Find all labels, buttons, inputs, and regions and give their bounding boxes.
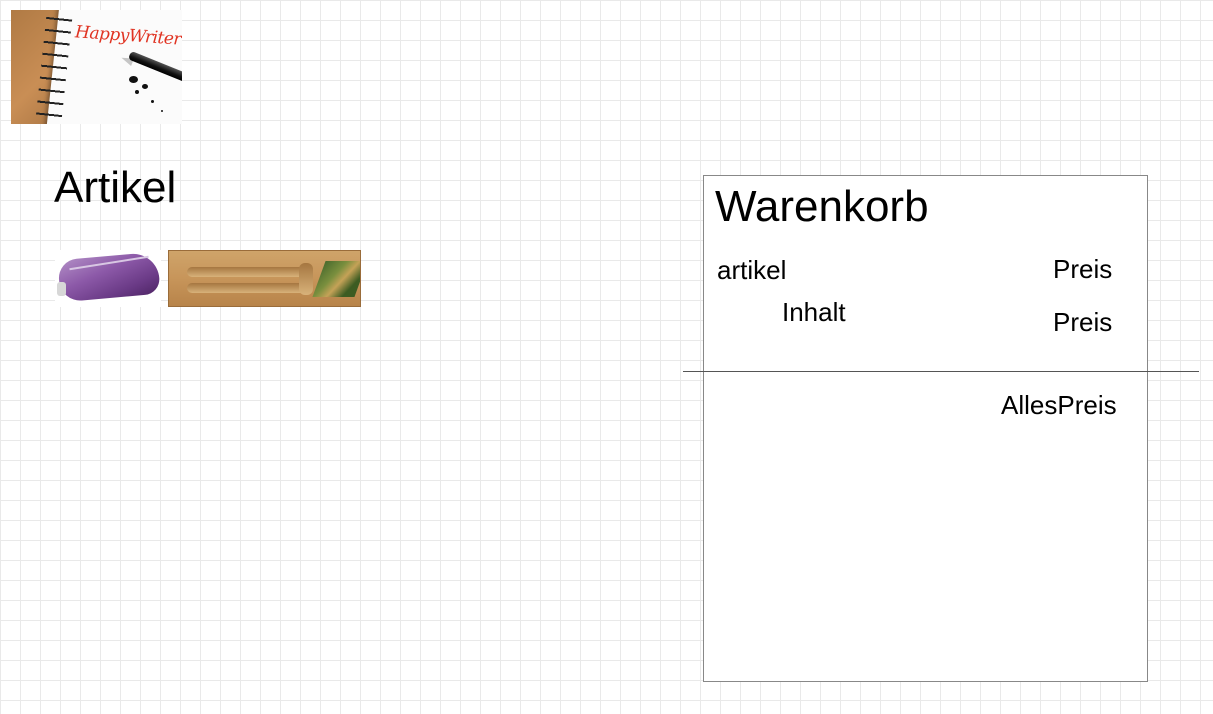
cart-article-label: artikel [717,255,787,285]
cart-content-label: Inhalt [782,297,846,327]
product-pen-tray[interactable] [168,250,361,307]
cart-title: Warenkorb [715,182,929,231]
catalog-heading: Artikel [54,163,177,212]
cart-panel [703,175,1148,682]
cart-total-price: AllesPreis [1001,390,1117,420]
happywriter-logo[interactable]: HappyWriter [11,10,182,124]
cart-article-price: Preis [1053,254,1113,284]
cart-content-price: Preis [1053,307,1113,337]
pencil-case-image [57,251,161,303]
product-pencil-case[interactable] [55,250,161,307]
cart-divider [683,371,1199,372]
pen-tray-image [312,261,360,297]
